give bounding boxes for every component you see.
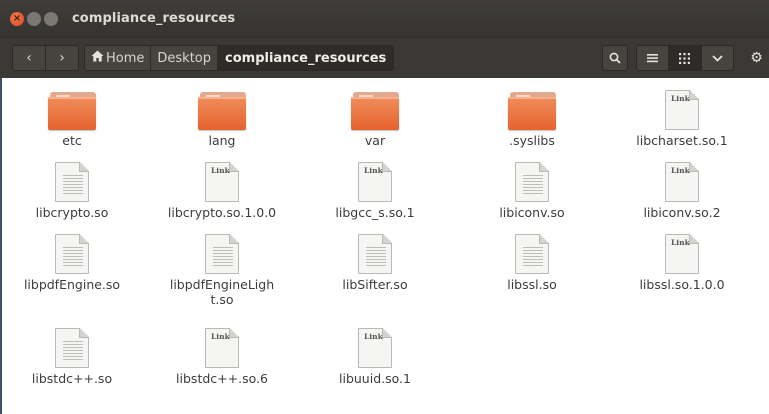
file-item[interactable]: Link libuuid.so.1	[315, 328, 435, 386]
file-item[interactable]: libpdfEngineLight.so	[162, 234, 282, 307]
file-name: .syslibs	[509, 133, 555, 148]
close-icon: ×	[12, 13, 22, 24]
text-file-icon	[515, 234, 549, 274]
list-view-button[interactable]	[637, 46, 668, 70]
maximize-button[interactable]	[44, 12, 58, 26]
file-name: libstdc++.so.6	[176, 371, 268, 386]
file-item[interactable]: Link libcharset.so.1	[622, 90, 742, 148]
nav-buttons: ‹ ›	[12, 45, 79, 71]
link-badge: Link	[671, 94, 690, 103]
grid-view-button[interactable]	[668, 46, 701, 70]
file-name: libcharset.so.1	[636, 133, 728, 148]
text-file-icon	[55, 328, 89, 368]
title-bar[interactable]: × compliance_resources	[0, 0, 769, 38]
file-item[interactable]: .syslibs	[472, 90, 592, 148]
symlink-file-icon: Link	[665, 234, 699, 274]
back-button[interactable]: ‹	[13, 46, 45, 70]
file-name: libssl.so	[507, 277, 557, 292]
close-button[interactable]: ×	[10, 12, 24, 26]
file-name: libgcc_s.so.1	[335, 205, 415, 220]
link-badge: Link	[364, 332, 383, 341]
view-switcher	[636, 45, 734, 71]
file-name: libSifter.so	[342, 277, 408, 292]
window-title: compliance_resources	[72, 11, 236, 26]
symlink-file-icon: Link	[358, 162, 392, 202]
file-item[interactable]: libstdc++.so	[12, 328, 132, 386]
chevron-down-icon	[712, 54, 723, 62]
text-file-icon	[205, 234, 239, 274]
breadcrumb: Home Desktop compliance_resources	[84, 45, 395, 71]
file-item[interactable]: libcrypto.so	[12, 162, 132, 220]
file-name: etc	[62, 133, 82, 148]
link-badge: Link	[211, 166, 230, 175]
file-name: libcrypto.so	[35, 205, 109, 220]
chevron-left-icon: ‹	[26, 50, 32, 66]
file-name: libiconv.so.2	[643, 205, 721, 220]
file-name: libstdc++.so	[31, 371, 113, 386]
breadcrumb-current[interactable]: compliance_resources	[218, 45, 395, 71]
breadcrumb-current-label: compliance_resources	[225, 50, 387, 66]
search-button[interactable]	[602, 45, 628, 71]
text-file-icon	[515, 162, 549, 202]
link-badge: Link	[211, 332, 230, 341]
toolbar: ‹ › Home Desktop compliance_resources ⚙	[0, 38, 769, 78]
file-item[interactable]: libiconv.so	[472, 162, 592, 220]
breadcrumb-desktop[interactable]: Desktop	[151, 45, 219, 71]
minimize-button[interactable]	[27, 12, 41, 26]
file-name: libpdfEngine.so	[23, 277, 121, 292]
text-file-icon	[358, 234, 392, 274]
folder-icon	[508, 90, 556, 130]
search-icon	[609, 52, 621, 64]
folder-icon	[198, 90, 246, 130]
file-item[interactable]: etc	[12, 90, 132, 148]
file-item[interactable]: Link libcrypto.so.1.0.0	[162, 162, 282, 220]
list-view-icon	[647, 54, 659, 63]
file-name: libuuid.so.1	[339, 371, 411, 386]
link-badge: Link	[671, 238, 690, 247]
file-item[interactable]: Link libiconv.so.2	[622, 162, 742, 220]
file-item[interactable]: var	[315, 90, 435, 148]
file-name: libpdfEngineLight.so	[169, 277, 275, 307]
file-name: var	[364, 133, 386, 148]
breadcrumb-home[interactable]: Home	[84, 45, 152, 71]
file-name: libcrypto.so.1.0.0	[167, 205, 277, 220]
file-item[interactable]: Link libssl.so.1.0.0	[622, 234, 742, 292]
file-item[interactable]: Link libstdc++.so.6	[162, 328, 282, 386]
home-icon	[91, 50, 104, 66]
breadcrumb-desktop-label: Desktop	[157, 50, 212, 66]
forward-button[interactable]: ›	[45, 46, 78, 70]
file-item[interactable]: libpdfEngine.so	[12, 234, 132, 292]
symlink-file-icon: Link	[358, 328, 392, 368]
chevron-right-icon: ›	[59, 50, 65, 66]
link-badge: Link	[364, 166, 383, 175]
symlink-file-icon: Link	[665, 90, 699, 130]
text-file-icon	[55, 162, 89, 202]
symlink-file-icon: Link	[665, 162, 699, 202]
file-grid: etc lang var .syslibs Link libcharset.so.1 lib…	[0, 78, 769, 414]
gear-icon: ⚙	[750, 50, 763, 66]
view-options-button[interactable]	[700, 46, 733, 70]
file-name: lang	[208, 133, 236, 148]
settings-button[interactable]: ⚙	[744, 45, 769, 71]
symlink-file-icon: Link	[205, 162, 239, 202]
folder-icon	[48, 90, 96, 130]
file-name: libiconv.so	[499, 205, 565, 220]
file-item[interactable]: Link libgcc_s.so.1	[315, 162, 435, 220]
symlink-file-icon: Link	[205, 328, 239, 368]
text-file-icon	[55, 234, 89, 274]
breadcrumb-home-label: Home	[106, 50, 145, 66]
file-item[interactable]: lang	[162, 90, 282, 148]
link-badge: Link	[671, 166, 690, 175]
file-name: libssl.so.1.0.0	[639, 277, 725, 292]
folder-icon	[351, 90, 399, 130]
file-item[interactable]: libssl.so	[472, 234, 592, 292]
file-manager-window: × compliance_resources ‹ › Home Desktop …	[0, 0, 769, 414]
grid-view-icon	[679, 52, 691, 64]
file-item[interactable]: libSifter.so	[315, 234, 435, 292]
